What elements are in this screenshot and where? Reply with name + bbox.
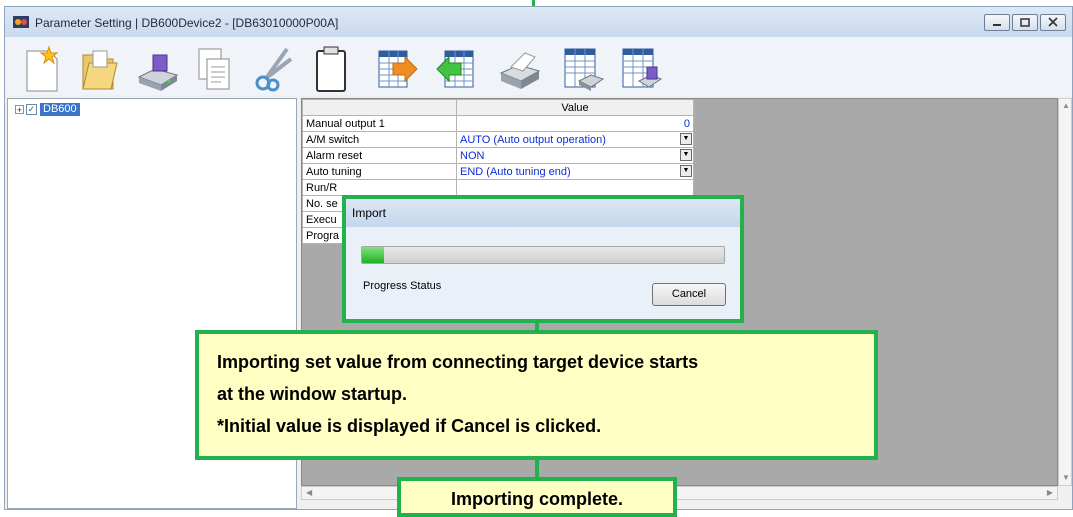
scroll-down-icon[interactable]: ▼ — [1062, 474, 1070, 482]
app-icon — [13, 16, 29, 28]
row-value-dropdown[interactable]: AUTO (Auto output operation) ▼ — [456, 131, 694, 148]
table-row[interactable]: A/M switch AUTO (Auto output operation) ▼ — [302, 131, 694, 148]
callout-line: Importing set value from connecting targ… — [217, 352, 699, 372]
scroll-right-icon[interactable]: ▶ — [1047, 489, 1053, 497]
dropdown-arrow-icon[interactable]: ▼ — [680, 149, 692, 161]
dialog-title-bar: Import — [346, 199, 740, 227]
close-button[interactable] — [1040, 14, 1066, 31]
tree-item-label[interactable]: DB600 — [40, 103, 80, 116]
tree-checkbox[interactable]: ✓ — [26, 104, 37, 115]
value-column-header: Value — [456, 99, 694, 116]
row-name: A/M switch — [302, 131, 457, 148]
save-disk-icon[interactable] — [135, 45, 179, 93]
row-value: NON — [460, 149, 485, 162]
close-icon — [1048, 17, 1058, 27]
cut-icon[interactable] — [251, 45, 295, 93]
progress-status-label: Progress Status — [363, 280, 442, 292]
dropdown-arrow-icon[interactable]: ▼ — [680, 133, 692, 145]
annotation-callout-complete: Importing complete. — [397, 477, 677, 517]
minimize-icon — [993, 24, 1001, 26]
title-bar: Parameter Setting | DB600Device2 - [DB63… — [5, 7, 1072, 37]
scroll-left-icon[interactable]: ◀ — [306, 489, 312, 497]
scroll-up-icon[interactable]: ▲ — [1062, 102, 1070, 110]
window-title: Parameter Setting | DB600Device2 - [DB63… — [35, 16, 339, 30]
dialog-title: Import — [352, 206, 387, 220]
maximize-button[interactable] — [1012, 14, 1038, 31]
table-header-row: Value — [302, 99, 694, 116]
tree-item-db600[interactable]: + ✓ DB600 — [15, 103, 80, 116]
callout-line: at the window startup. — [217, 384, 408, 404]
import-dialog: Import Progress Status Cancel — [342, 195, 744, 323]
dropdown-arrow-icon[interactable]: ▼ — [680, 165, 692, 177]
minimize-button[interactable] — [984, 14, 1010, 31]
row-value[interactable]: 0 — [456, 115, 694, 132]
print-icon[interactable] — [497, 45, 541, 93]
vertical-scrollbar[interactable]: ▲ ▼ — [1058, 98, 1072, 486]
table-row[interactable]: Manual output 1 0 — [302, 115, 694, 132]
row-value: END (Auto tuning end) — [460, 165, 571, 178]
paste-icon[interactable] — [309, 45, 353, 93]
export-icon[interactable] — [375, 45, 419, 93]
row-name: Manual output 1 — [302, 115, 457, 132]
copy-icon[interactable] — [193, 45, 237, 93]
toolbar — [5, 37, 1072, 96]
new-icon[interactable] — [19, 45, 63, 93]
window-controls — [982, 14, 1066, 31]
table-row[interactable]: Auto tuning END (Auto tuning end) ▼ — [302, 163, 694, 180]
open-folder-icon[interactable] — [77, 45, 121, 93]
table-row[interactable]: Run/R — [302, 179, 694, 196]
cancel-button[interactable]: Cancel — [652, 283, 726, 306]
progress-fill — [362, 247, 384, 263]
row-name: Run/R — [302, 179, 457, 196]
annotation-callout-import: Importing set value from connecting targ… — [195, 330, 878, 460]
connector-line — [535, 459, 539, 478]
name-column-header — [302, 99, 457, 116]
maximize-icon — [1020, 18, 1030, 27]
row-name: Auto tuning — [302, 163, 457, 180]
row-value-dropdown[interactable]: END (Auto tuning end) ▼ — [456, 163, 694, 180]
tree-expander[interactable]: + — [15, 105, 24, 115]
row-name: Alarm reset — [302, 147, 457, 164]
save-table-icon[interactable] — [619, 45, 663, 93]
import-progress-bar — [361, 246, 725, 264]
print-preview-icon[interactable] — [561, 45, 605, 93]
callout-line: *Initial value is displayed if Cancel is… — [217, 416, 602, 436]
row-value[interactable] — [456, 179, 694, 196]
import-icon[interactable] — [433, 45, 477, 93]
row-value: AUTO (Auto output operation) — [460, 133, 606, 146]
table-row[interactable]: Alarm reset NON ▼ — [302, 147, 694, 164]
row-value-dropdown[interactable]: NON ▼ — [456, 147, 694, 164]
